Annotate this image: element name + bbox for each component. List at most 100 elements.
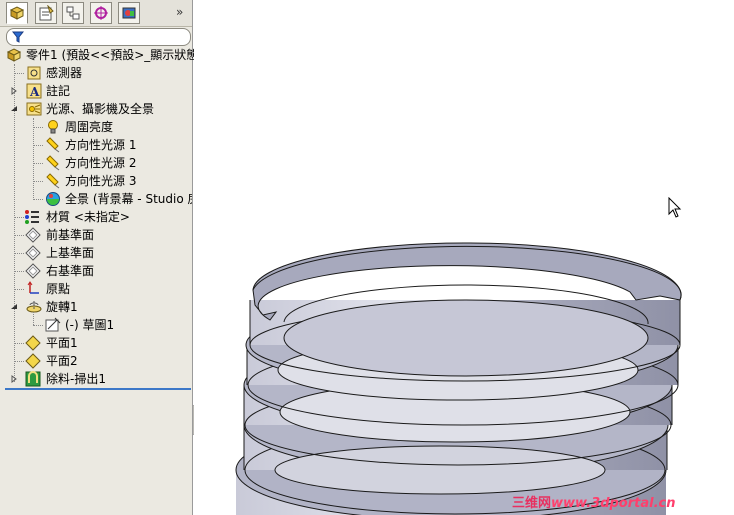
property-manager-icon bbox=[39, 5, 54, 21]
tree-item-label: 方向性光源 2 bbox=[65, 156, 137, 170]
directional-light-icon bbox=[46, 155, 60, 171]
collapse-icon bbox=[11, 106, 17, 111]
tree-branch bbox=[14, 253, 24, 254]
watermark: 三维网www.3dportal.cn bbox=[512, 492, 676, 511]
tree-branch bbox=[14, 271, 24, 272]
directional-light-icon bbox=[46, 137, 60, 153]
revolve-icon bbox=[26, 301, 42, 313]
tree-item-label: 前基準面 bbox=[46, 228, 95, 242]
scene-icon bbox=[46, 192, 60, 206]
tree-item-label: 光源、攝影機及全景 bbox=[46, 102, 155, 116]
tree-item-directional-light-1[interactable]: 方向性光源 1 bbox=[0, 136, 192, 154]
expand-icon bbox=[11, 87, 17, 95]
feature-tree: 零件1 (預設<<預設>_顯示狀態 感測器 A 註記 光源、攝影機及全景 周圍亮… bbox=[0, 46, 198, 390]
tree-item-revolve1[interactable]: 旋轉1 bbox=[0, 298, 192, 316]
tree-branch bbox=[33, 199, 43, 200]
tree-item-label: 原點 bbox=[46, 282, 71, 296]
tree-item-origin[interactable]: 原點 bbox=[0, 280, 192, 298]
tree-item-label: 除料-掃出1 bbox=[46, 372, 106, 386]
sensors-icon bbox=[27, 66, 41, 80]
tree-item-label: 右基準面 bbox=[46, 264, 95, 278]
tree-item-label: 平面1 bbox=[46, 336, 78, 350]
rollback-bar[interactable] bbox=[5, 388, 191, 390]
directional-light-icon bbox=[46, 173, 60, 189]
plane-icon bbox=[25, 245, 41, 261]
tree-guide-line bbox=[33, 312, 34, 325]
part-icon bbox=[6, 48, 22, 62]
tree-item-label: 上基準面 bbox=[46, 246, 95, 260]
tree-item-label: 平面2 bbox=[46, 354, 78, 368]
tree-item-top-plane[interactable]: 上基準面 bbox=[0, 244, 192, 262]
tree-branch bbox=[33, 325, 43, 326]
origin-icon bbox=[27, 281, 39, 294]
ambient-light-icon bbox=[48, 120, 58, 134]
tree-item-plane1[interactable]: 平面1 bbox=[0, 334, 192, 352]
tree-item-swept-cut1[interactable]: 除料-掃出1 bbox=[0, 370, 192, 388]
tree-item-label: (-) 草圖1 bbox=[65, 318, 115, 332]
tree-item-label: 全景 (背景幕 - Studio 房F bbox=[65, 192, 192, 206]
swept-cut-icon bbox=[25, 371, 41, 387]
display-manager-icon bbox=[122, 7, 136, 19]
lights-cameras-scene-icon bbox=[26, 102, 42, 116]
tree-item-label: 材質 <未指定> bbox=[46, 210, 130, 224]
tree-item-ambient[interactable]: 周圍亮度 bbox=[0, 118, 192, 136]
tab-display-manager[interactable] bbox=[118, 2, 140, 24]
tree-item-label: 旋轉1 bbox=[46, 300, 78, 314]
tree-item-label: 周圍亮度 bbox=[65, 120, 114, 134]
plane-icon bbox=[25, 263, 41, 279]
tree-item-material[interactable]: 材質 <未指定> bbox=[0, 208, 192, 226]
material-icon bbox=[25, 210, 39, 224]
tree-branch bbox=[14, 235, 24, 236]
feature-tree-icon bbox=[9, 6, 25, 20]
tree-filter-input[interactable] bbox=[6, 28, 191, 46]
tree-branch bbox=[14, 343, 24, 344]
tree-branch bbox=[33, 127, 43, 128]
tree-branch bbox=[14, 289, 24, 290]
tree-item-label: 方向性光源 1 bbox=[65, 138, 137, 152]
tree-item-directional-light-2[interactable]: 方向性光源 2 bbox=[0, 154, 192, 172]
watermark-brand: 三维网 bbox=[512, 496, 552, 511]
more-tabs-button[interactable]: » bbox=[176, 5, 183, 19]
tree-root-label: 零件1 (預設<<預設>_顯示狀態 bbox=[26, 48, 199, 62]
plane-feature-icon bbox=[25, 353, 41, 369]
tree-item-plane2[interactable]: 平面2 bbox=[0, 352, 192, 370]
tree-item-directional-light-3[interactable]: 方向性光源 3 bbox=[0, 172, 192, 190]
tree-item-lights-cameras-scene[interactable]: 光源、攝影機及全景 bbox=[0, 100, 192, 118]
sketch-icon bbox=[45, 317, 61, 332]
tree-branch bbox=[33, 163, 43, 164]
tree-item-label: 註記 bbox=[46, 84, 71, 98]
watermark-url: www.3dportal.cn bbox=[551, 496, 676, 511]
graphics-area[interactable] bbox=[194, 0, 734, 515]
plane-feature-icon bbox=[25, 335, 41, 351]
configuration-manager-icon bbox=[66, 6, 80, 20]
filter-icon bbox=[12, 31, 24, 43]
feature-manager-panel: » 零件1 (預設<<預設>_顯示狀態 感測器 A 註記 光源、攝影機及全景 周… bbox=[0, 0, 198, 515]
tree-item-annotations[interactable]: A 註記 bbox=[0, 82, 192, 100]
tree-branch bbox=[33, 181, 43, 182]
mouse-cursor-icon bbox=[668, 197, 682, 218]
feature-manager-tabbar: » bbox=[0, 0, 192, 27]
tab-property-manager[interactable] bbox=[35, 2, 57, 24]
tree-item-right-plane[interactable]: 右基準面 bbox=[0, 262, 192, 280]
threaded-part-model[interactable] bbox=[194, 0, 734, 515]
tree-item-sketch1[interactable]: (-) 草圖1 bbox=[0, 312, 192, 334]
tree-branch bbox=[14, 361, 24, 362]
expand-icon bbox=[11, 375, 17, 383]
tree-item-scene[interactable]: 全景 (背景幕 - Studio 房F bbox=[0, 190, 192, 208]
dimxpert-icon bbox=[94, 6, 108, 20]
tree-branch bbox=[14, 217, 24, 218]
svg-text:A: A bbox=[29, 85, 40, 99]
tree-item-label: 感測器 bbox=[46, 66, 83, 80]
plane-icon bbox=[25, 227, 41, 243]
tree-branch bbox=[33, 145, 43, 146]
tree-root[interactable]: 零件1 (預設<<預設>_顯示狀態 bbox=[4, 46, 198, 64]
tree-item-label: 方向性光源 3 bbox=[65, 174, 137, 188]
tree-item-sensors[interactable]: 感測器 bbox=[0, 64, 192, 82]
tab-configuration-manager[interactable] bbox=[62, 2, 84, 24]
annotations-icon: A bbox=[26, 83, 42, 99]
tree-item-front-plane[interactable]: 前基準面 bbox=[0, 226, 192, 244]
tree-branch bbox=[14, 73, 24, 74]
collapse-icon bbox=[11, 304, 17, 309]
tab-feature-tree[interactable] bbox=[6, 2, 28, 24]
tab-dimxpert-manager[interactable] bbox=[90, 2, 112, 24]
